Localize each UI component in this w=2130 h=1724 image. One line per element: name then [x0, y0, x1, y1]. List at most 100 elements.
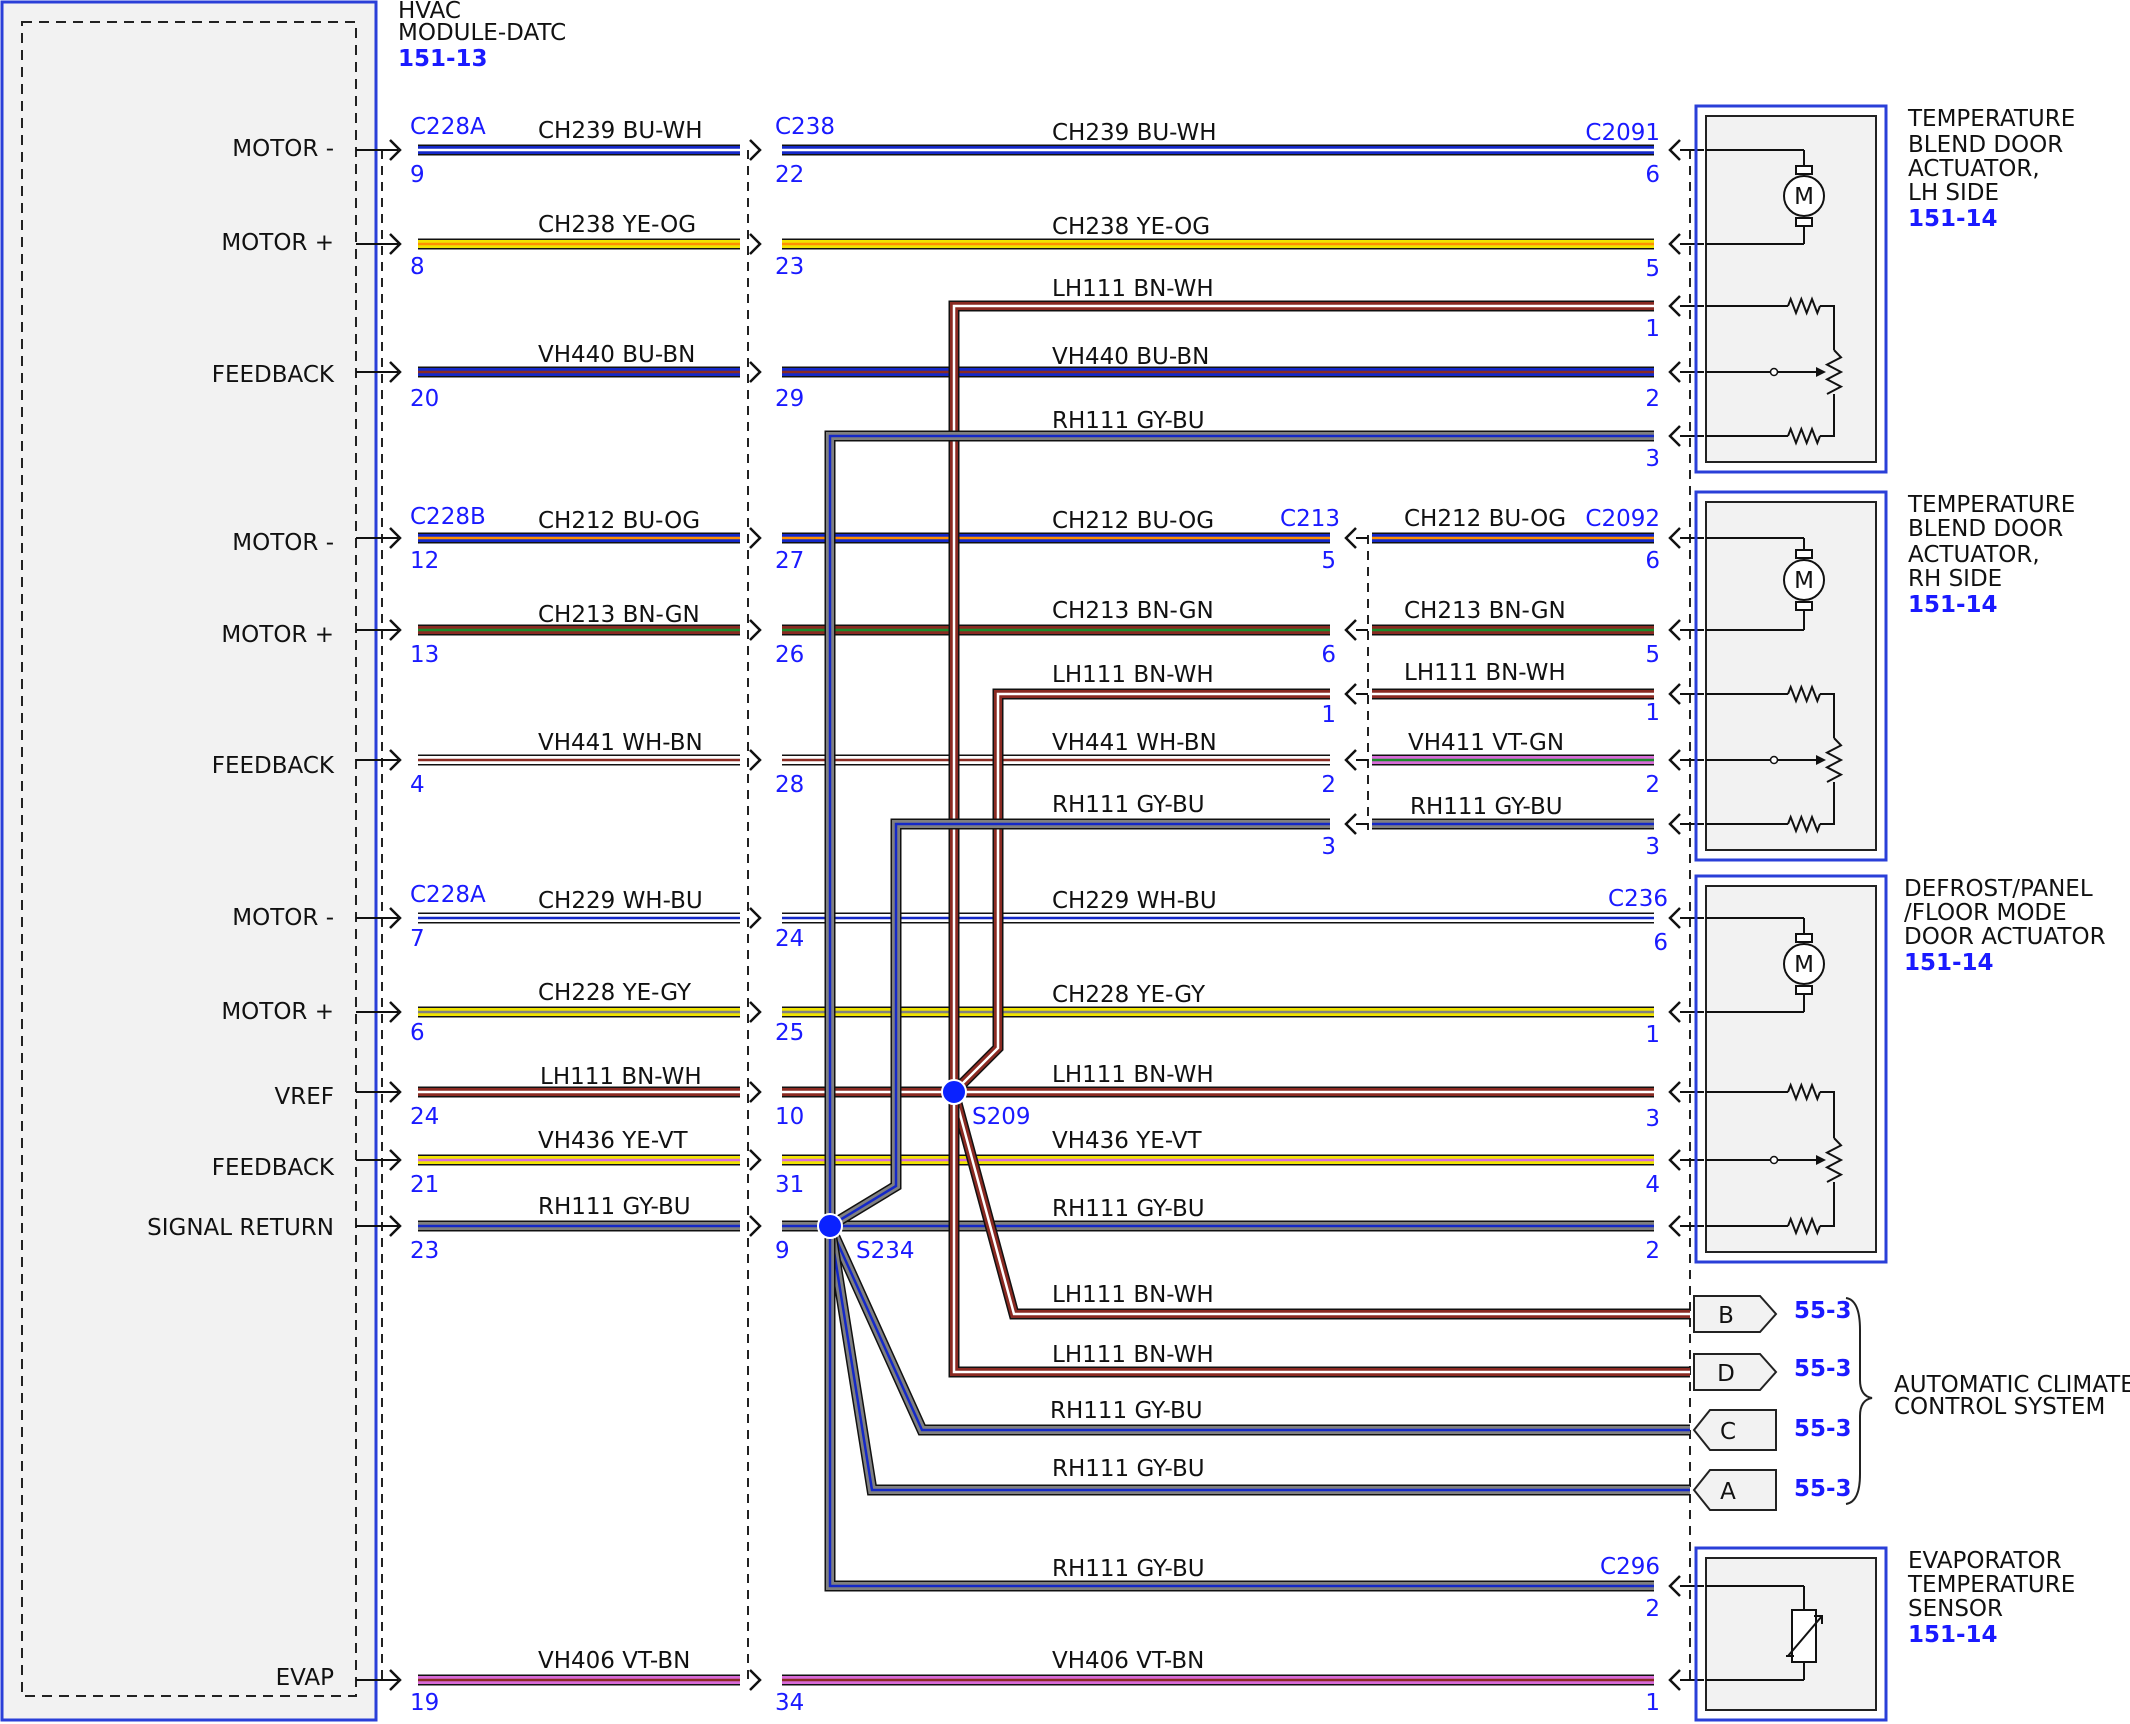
pin-label-vref: VREF: [275, 1084, 334, 1110]
pin-number: 26: [775, 642, 804, 668]
connector-c236[interactable]: C236: [1608, 886, 1668, 912]
pin-number: 4: [1645, 1172, 1660, 1198]
connector-arrow: [1344, 749, 1357, 771]
pin-number: 4: [410, 772, 425, 798]
component-label: DEFROST/PANEL: [1904, 876, 2093, 902]
wire-label: CH239 BU-WH: [538, 118, 703, 144]
connector-arrow: [1344, 527, 1357, 549]
offpage-connector-d[interactable]: [1693, 1353, 1778, 1391]
connector-arrow: [749, 1669, 762, 1691]
connector-arrow: [1668, 425, 1681, 447]
pin-number: 9: [775, 1238, 790, 1264]
pin-number: 2: [1645, 386, 1660, 412]
offpage-ref[interactable]: 55-3: [1794, 1476, 1852, 1502]
hvac-module: [0, 0, 378, 1722]
connector-c2091[interactable]: C2091: [1585, 120, 1660, 146]
pin-number: 2: [1645, 772, 1660, 798]
wire-label: CH228 YE-GY: [538, 980, 692, 1006]
wire-label: VH406 VT-BN: [1052, 1648, 1204, 1674]
connector-arrow: [1668, 139, 1681, 161]
wire-label: LH111 BN-WH: [1052, 276, 1214, 302]
connector-c213[interactable]: C213: [1280, 506, 1340, 532]
wire-label: RH111 GY-BU: [538, 1194, 691, 1220]
pin-number: 6: [1645, 162, 1660, 188]
component-ref[interactable]: 151-14: [1908, 206, 1998, 232]
pin-number: 2: [1645, 1238, 1660, 1264]
wire-label: LH111 BN-WH: [1052, 1062, 1214, 1088]
connector-c2092[interactable]: C2092: [1585, 506, 1660, 532]
component-label: RH SIDE: [1908, 566, 2002, 592]
pin-number: 7: [410, 926, 425, 952]
connector-c296[interactable]: C296: [1600, 1554, 1660, 1580]
component-label: BLEND DOOR: [1908, 132, 2063, 158]
wire-label: CH238 YE-OG: [1052, 214, 1210, 240]
connector-c228a[interactable]: C228A: [410, 882, 486, 908]
wiring-diagram: HVAC MODULE-DATC 151-13 MOTOR - MOTOR + …: [0, 0, 2130, 1722]
pin-label-feedback: FEEDBACK: [212, 362, 335, 388]
lh-blend-actuator[interactable]: [1694, 104, 1888, 474]
wire-label: CH229 WH-BU: [1052, 888, 1217, 914]
splice-s234-dot[interactable]: [817, 1213, 843, 1239]
mode-door-actuator[interactable]: [1694, 874, 1888, 1264]
wire-label: RH111 GY-BU: [1410, 794, 1563, 820]
wire-label: CH228 YE-GY: [1052, 982, 1206, 1008]
pin-number: 2: [1645, 1596, 1660, 1622]
wire-label: CH213 BN-GN: [1052, 598, 1214, 624]
pin-number: 5: [1321, 548, 1336, 574]
splice-s234[interactable]: S234: [856, 1238, 915, 1264]
connector-arrow: [749, 233, 762, 255]
wire-rh111: [827, 818, 1330, 1231]
offpage-connector-b[interactable]: [1693, 1295, 1778, 1333]
pin-number: 21: [410, 1172, 439, 1198]
wire-label: CH229 WH-BU: [538, 888, 703, 914]
component-label: TEMPERATURE: [1907, 1572, 2075, 1598]
connector-arrow: [749, 361, 762, 383]
splice-s209-dot[interactable]: [941, 1079, 967, 1105]
wire-label: VH436 YE-VT: [1052, 1128, 1203, 1154]
connector-c238[interactable]: C238: [775, 114, 835, 140]
offpage-ref[interactable]: 55-3: [1794, 1298, 1852, 1324]
pin-number: 10: [775, 1104, 804, 1130]
pin-number: 1: [1645, 700, 1660, 726]
motor-brush: [1795, 217, 1813, 227]
connector-c228b[interactable]: C228B: [410, 504, 486, 530]
pin-number: 1: [1321, 702, 1336, 728]
module-ref[interactable]: 151-13: [398, 46, 488, 72]
pin-number: 3: [1645, 834, 1660, 860]
offpage-ref[interactable]: 55-3: [1794, 1356, 1852, 1382]
rh-blend-actuator[interactable]: [1694, 490, 1888, 862]
motor-letter: M: [1794, 184, 1814, 210]
connector-arrow: [1668, 749, 1681, 771]
wire-layer: [418, 144, 1690, 1686]
offpage-ref[interactable]: 55-3: [1794, 1416, 1852, 1442]
component-ref[interactable]: 151-14: [1908, 1622, 1998, 1648]
component-label: ACTUATOR,: [1908, 542, 2040, 568]
pin-label-signal-return: SIGNAL RETURN: [147, 1215, 334, 1241]
wiper-terminal: [1769, 367, 1779, 377]
wire-label: LH111 BN-WH: [540, 1064, 702, 1090]
pin-number: 25: [775, 1020, 804, 1046]
pin-label-motor-plus: MOTOR +: [221, 230, 334, 256]
pin-label-motor-plus: MOTOR +: [221, 999, 334, 1025]
wire-label: LH111 BN-WH: [1404, 660, 1566, 686]
pin-label-feedback: FEEDBACK: [212, 1155, 335, 1181]
wire-label: LH111 BN-WH: [1052, 662, 1214, 688]
connector-arrow: [1344, 619, 1357, 641]
motor-letter: M: [1794, 952, 1814, 978]
motor-brush: [1795, 549, 1813, 559]
connector-arrow: [749, 1001, 762, 1023]
pin-number: 3: [1645, 1106, 1660, 1132]
connector-c228a[interactable]: C228A: [410, 114, 486, 140]
component-ref[interactable]: 151-14: [1904, 950, 1994, 976]
connector-arrow: [1668, 527, 1681, 549]
wire-label: RH111 GY-BU: [1052, 408, 1205, 434]
pin-number: 5: [1645, 256, 1660, 282]
pin-number: 20: [410, 386, 439, 412]
connector-arrow: [1668, 1001, 1681, 1023]
wiper-terminal: [1769, 1155, 1779, 1165]
pin-number: 8: [410, 254, 425, 280]
component-label: TEMPERATURE: [1907, 106, 2075, 132]
component-ref[interactable]: 151-14: [1908, 592, 1998, 618]
splice-s209[interactable]: S209: [972, 1104, 1031, 1130]
wire-label: CH213 BN-GN: [538, 602, 700, 628]
